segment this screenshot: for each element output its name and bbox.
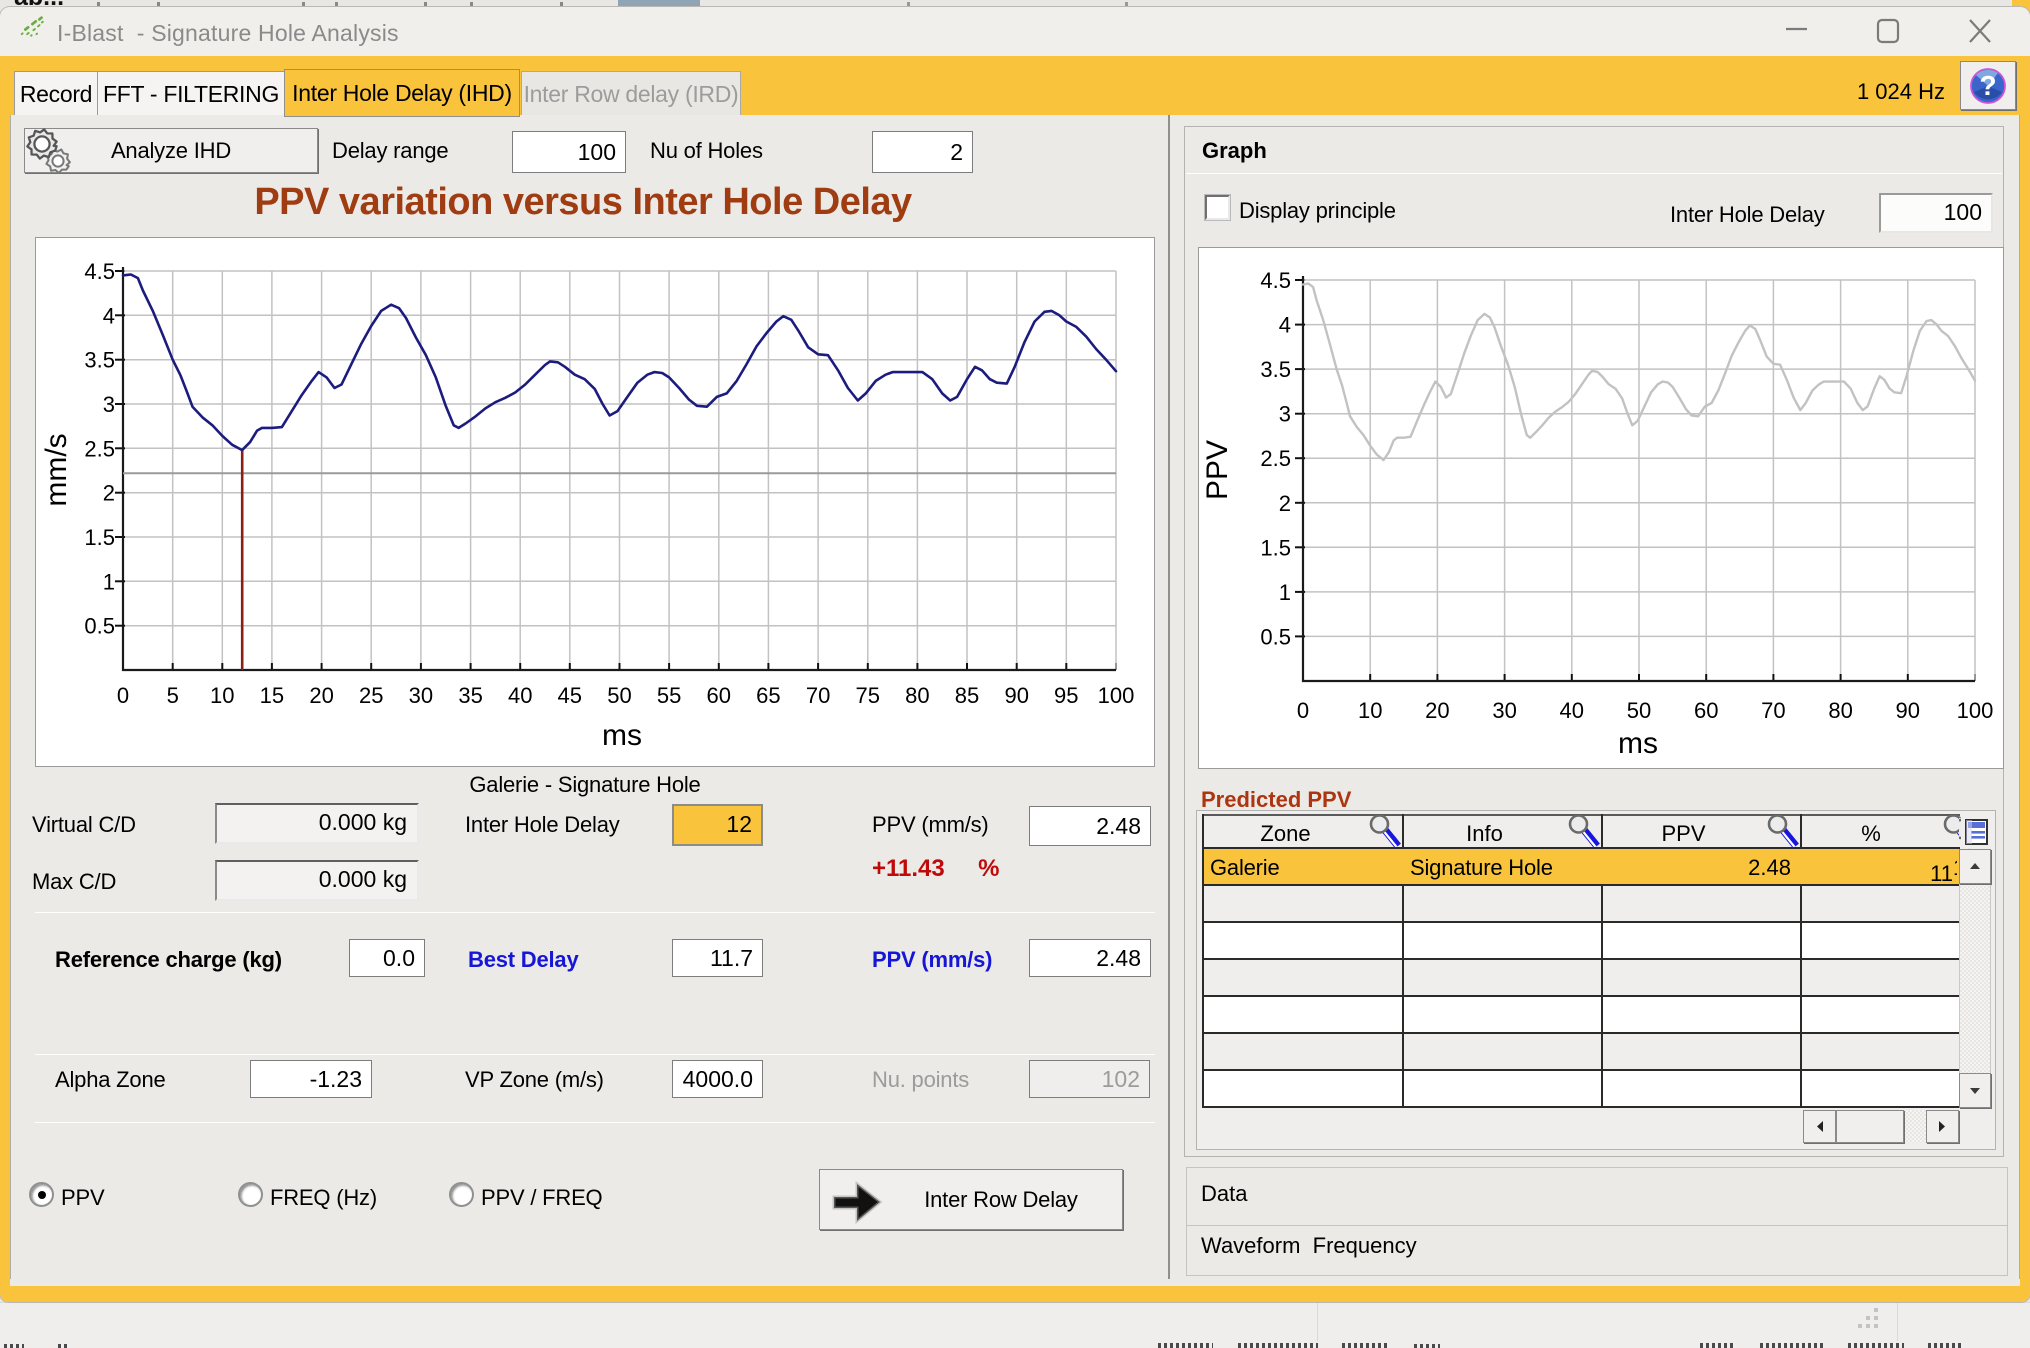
- svg-text:1: 1: [1279, 580, 1291, 605]
- svg-text:0.5: 0.5: [84, 614, 115, 639]
- svg-text:65: 65: [756, 683, 780, 708]
- svg-text:1.5: 1.5: [84, 525, 115, 550]
- svg-text:90: 90: [1896, 698, 1920, 723]
- svg-text:?: ?: [1980, 70, 1997, 101]
- svg-text:85: 85: [955, 683, 979, 708]
- svg-text:40: 40: [1560, 698, 1584, 723]
- svg-text:30: 30: [1492, 698, 1516, 723]
- svg-text:100: 100: [1957, 698, 1994, 723]
- svg-text:20: 20: [1425, 698, 1449, 723]
- svg-text:100: 100: [1098, 683, 1135, 708]
- svg-text:ms: ms: [1618, 727, 1658, 760]
- svg-text:3.5: 3.5: [84, 348, 115, 373]
- svg-text:15: 15: [260, 683, 284, 708]
- svg-text:mm/s: mm/s: [40, 433, 73, 506]
- svg-text:70: 70: [806, 683, 830, 708]
- svg-text:10: 10: [1358, 698, 1382, 723]
- svg-text:50: 50: [607, 683, 631, 708]
- svg-text:3: 3: [1279, 402, 1291, 427]
- svg-text:20: 20: [309, 683, 333, 708]
- svg-text:80: 80: [905, 683, 929, 708]
- svg-text:75: 75: [856, 683, 880, 708]
- svg-text:PPV: PPV: [1201, 440, 1234, 500]
- svg-text:3.5: 3.5: [1260, 357, 1291, 382]
- svg-text:4: 4: [1279, 313, 1291, 338]
- svg-text:95: 95: [1054, 683, 1078, 708]
- svg-text:1: 1: [103, 569, 115, 594]
- svg-text:25: 25: [359, 683, 383, 708]
- svg-text:10: 10: [210, 683, 234, 708]
- svg-text:4: 4: [103, 303, 115, 328]
- svg-text:4.5: 4.5: [1260, 268, 1291, 293]
- svg-text:80: 80: [1828, 698, 1852, 723]
- svg-text:0: 0: [117, 683, 129, 708]
- svg-text:90: 90: [1004, 683, 1028, 708]
- svg-text:1.5: 1.5: [1260, 535, 1291, 560]
- svg-text:55: 55: [657, 683, 681, 708]
- svg-text:35: 35: [458, 683, 482, 708]
- svg-text:5: 5: [167, 683, 179, 708]
- svg-text:2.5: 2.5: [84, 436, 115, 461]
- svg-text:60: 60: [707, 683, 731, 708]
- svg-text:30: 30: [409, 683, 433, 708]
- svg-text:4.5: 4.5: [84, 259, 115, 284]
- svg-text:2.5: 2.5: [1260, 446, 1291, 471]
- svg-text:ms: ms: [602, 719, 642, 752]
- svg-text:2: 2: [1279, 491, 1291, 516]
- svg-text:60: 60: [1694, 698, 1718, 723]
- svg-text:70: 70: [1761, 698, 1785, 723]
- svg-text:0: 0: [1297, 698, 1309, 723]
- svg-text:50: 50: [1627, 698, 1651, 723]
- svg-text:3: 3: [103, 392, 115, 417]
- svg-text:40: 40: [508, 683, 532, 708]
- svg-text:2: 2: [103, 481, 115, 506]
- svg-text:45: 45: [558, 683, 582, 708]
- svg-text:0.5: 0.5: [1260, 624, 1291, 649]
